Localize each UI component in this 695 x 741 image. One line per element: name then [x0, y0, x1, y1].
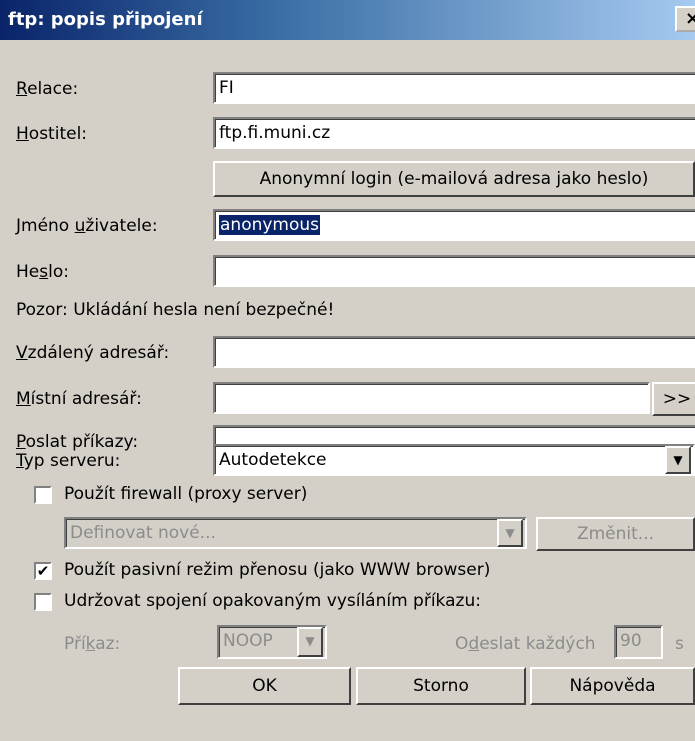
command-value: NOOP — [223, 631, 273, 651]
user-input-value: anonymous — [219, 215, 321, 235]
session-label: Relace: — [16, 79, 79, 99]
session-input[interactable]: FI — [213, 72, 695, 104]
ok-button[interactable]: OK — [178, 667, 351, 705]
password-input[interactable] — [213, 255, 695, 287]
anonymous-login-button[interactable]: Anonymní login (e-mailová adresa jako he… — [213, 161, 695, 197]
window-title: ftp: popis připojení — [8, 9, 203, 30]
send-commands-label: Poslat příkazy: — [16, 432, 139, 452]
server-type-dropdown-arrow[interactable]: ▼ — [665, 446, 691, 474]
cancel-button[interactable]: Storno — [356, 667, 526, 705]
send-every-unit: s — [675, 634, 684, 654]
command-label: Příkaz: — [64, 634, 121, 654]
host-label: Hostitel: — [16, 124, 88, 144]
firewall-checkbox[interactable] — [34, 486, 52, 504]
firewall-select-value: Definovat nové... — [70, 523, 216, 543]
password-label: Heslo: — [16, 262, 69, 282]
firewall-dropdown-arrow: ▼ — [497, 519, 523, 547]
local-dir-label: Místní adresář: — [16, 389, 142, 409]
remote-dir-label: Vzdálený adresář: — [16, 343, 170, 363]
command-dropdown-arrow: ▼ — [297, 627, 323, 657]
firewall-select: Definovat nové... ▼ — [64, 517, 527, 549]
browse-local-dir-button[interactable]: >> — [652, 382, 695, 416]
session-label-rest: elace: — [27, 79, 79, 99]
title-bar[interactable]: ftp: popis připojení × — [0, 0, 695, 40]
server-type-value: Autodetekce — [219, 450, 327, 470]
help-button[interactable]: Nápověda — [530, 667, 695, 705]
keepalive-checkbox[interactable] — [34, 593, 52, 611]
close-button[interactable]: × — [675, 6, 695, 32]
passive-mode-label: Použít pasivní režim přenosu (jako WWW b… — [64, 560, 491, 580]
password-warning: Pozor: Ukládání hesla není bezpečné! — [16, 300, 335, 320]
host-input[interactable]: ftp.fi.muni.cz — [213, 117, 695, 149]
remote-dir-input[interactable] — [213, 336, 695, 368]
passive-mode-checkbox[interactable]: ✔ — [34, 562, 52, 580]
server-type-label: Typ serveru: — [16, 451, 121, 471]
firewall-checkbox-label: Použít firewall (proxy server) — [64, 484, 308, 504]
ftp-connection-dialog: ftp: popis připojení × Relace: FI Hostit… — [0, 0, 695, 741]
local-dir-input[interactable] — [213, 382, 650, 414]
server-type-select[interactable]: Autodetekce ▼ — [213, 444, 695, 476]
keepalive-label: Udržovat spojení opakovaným vysíláním př… — [64, 591, 481, 611]
user-input[interactable]: anonymous — [213, 209, 695, 241]
firewall-change-button: Změnit... — [536, 517, 695, 551]
send-every-label: Odeslat každých — [455, 634, 596, 654]
send-every-input: 90 — [614, 625, 663, 659]
command-select: NOOP ▼ — [217, 625, 327, 659]
user-label: Jméno uživatele: — [16, 216, 158, 236]
